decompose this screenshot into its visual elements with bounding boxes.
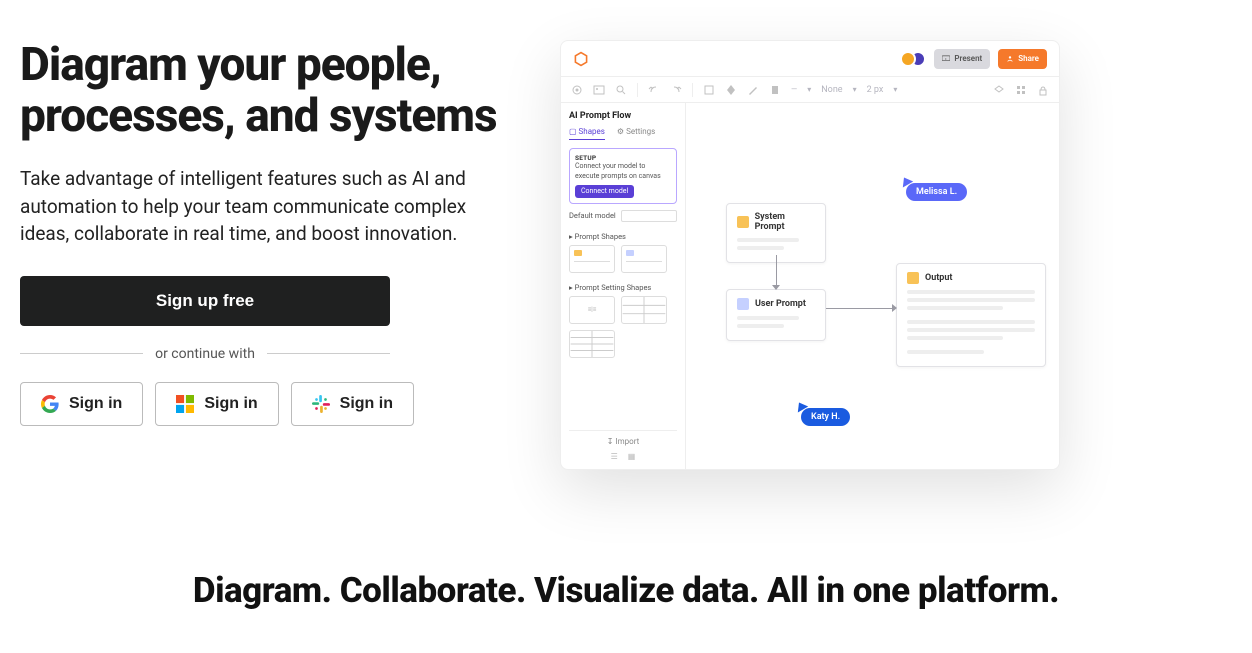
microsoft-icon [176,395,194,413]
grid-view-icon[interactable]: ▦ [628,452,636,461]
connector-horizontal [826,308,896,309]
cursor-tag-katy: Katy H. [801,408,850,426]
app-logo-icon [573,51,589,67]
google-icon [41,395,59,413]
lock-icon[interactable] [1037,84,1049,96]
redo-icon[interactable] [670,84,682,96]
share-icon [1006,55,1014,63]
default-model-select[interactable] [621,210,677,222]
default-model-label: Default model [569,211,616,220]
card-title: System Prompt [755,212,815,232]
setup-panel: SETUP Connect your model to execute prom… [569,148,677,204]
signup-button[interactable]: Sign up free [20,276,390,326]
arrow-head-icon [772,285,780,290]
output-icon [907,272,919,284]
connect-model-button[interactable]: Connect model [575,185,634,198]
image-icon[interactable] [593,84,605,96]
connector-vertical [776,255,777,289]
signin-slack-label: Sign in [340,395,393,413]
signin-google-label: Sign in [69,395,122,413]
grid-icon[interactable] [1015,84,1027,96]
search-icon[interactable] [615,84,627,96]
system-prompt-icon [737,216,749,228]
pen-icon[interactable] [747,84,759,96]
present-button[interactable]: Present [934,49,990,69]
signin-google-button[interactable]: Sign in [20,382,143,426]
card-title: Output [925,273,952,283]
arrow-head-icon [892,304,897,312]
slack-icon [312,395,330,413]
hero-subhead: Take advantage of intelligent features s… [20,165,490,248]
divider-text: or continue with [155,346,255,362]
toolbar-none-select[interactable]: None [821,85,842,95]
avatar-icon [900,51,916,67]
shape-system-prompt[interactable] [569,245,615,273]
share-button[interactable]: Share [998,49,1047,69]
present-icon [942,55,950,63]
tab-shapes[interactable]: ▢ Shapes [569,127,605,140]
signin-slack-button[interactable]: Sign in [291,382,414,426]
highlight-icon[interactable] [769,84,781,96]
setup-text: Connect your model to execute prompts on… [575,162,671,180]
divider: or continue with [20,346,390,362]
secondary-heading: Diagram. Collaborate. Visualize data. Al… [20,570,1232,611]
present-label: Present [954,54,982,63]
tab-settings[interactable]: ⚙ Settings [617,127,655,140]
signin-microsoft-label: Sign in [204,395,257,413]
shape-user-prompt[interactable] [621,245,667,273]
hero-headline: Diagram your people, processes, and syst… [20,40,500,141]
app-screenshot: Present Share [560,40,1060,470]
shape-icon[interactable] [703,84,715,96]
signin-microsoft-button[interactable]: Sign in [155,382,278,426]
card-system-prompt[interactable]: System Prompt [726,203,826,263]
toolbar-px-select[interactable]: 2 px [867,85,884,95]
share-label: Share [1018,54,1039,63]
shape-setting-1[interactable]: ≡|≡ [569,296,615,324]
gear-icon[interactable] [571,84,583,96]
collaborator-avatars [900,51,926,67]
setup-heading: SETUP [575,154,671,162]
toolbar-stroke-style[interactable]: ▾ [807,85,811,94]
import-button[interactable]: ↧ Import [569,430,677,446]
cursor-tag-melissa: Melissa L. [906,183,967,201]
card-user-prompt[interactable]: User Prompt [726,289,826,341]
layers-icon[interactable] [993,84,1005,96]
app-canvas[interactable]: System Prompt User Prompt Output [686,103,1059,469]
undo-icon[interactable] [648,84,660,96]
card-title: User Prompt [755,299,806,309]
user-prompt-icon [737,298,749,310]
sidebar-title: AI Prompt Flow [569,111,677,121]
app-toolbar: — ▾ None ▾ 2 px ▾ [561,77,1059,103]
list-view-icon[interactable]: ☰ [611,452,618,461]
shape-setting-3[interactable] [569,330,615,358]
group-prompt-setting-shapes: ▸ Prompt Setting Shapes [569,283,677,292]
card-output[interactable]: Output [896,263,1046,367]
group-prompt-shapes: ▸ Prompt Shapes [569,232,677,241]
fill-icon[interactable] [725,84,737,96]
shape-setting-2[interactable] [621,296,667,324]
app-sidebar: AI Prompt Flow ▢ Shapes ⚙ Settings SETUP… [561,103,686,469]
